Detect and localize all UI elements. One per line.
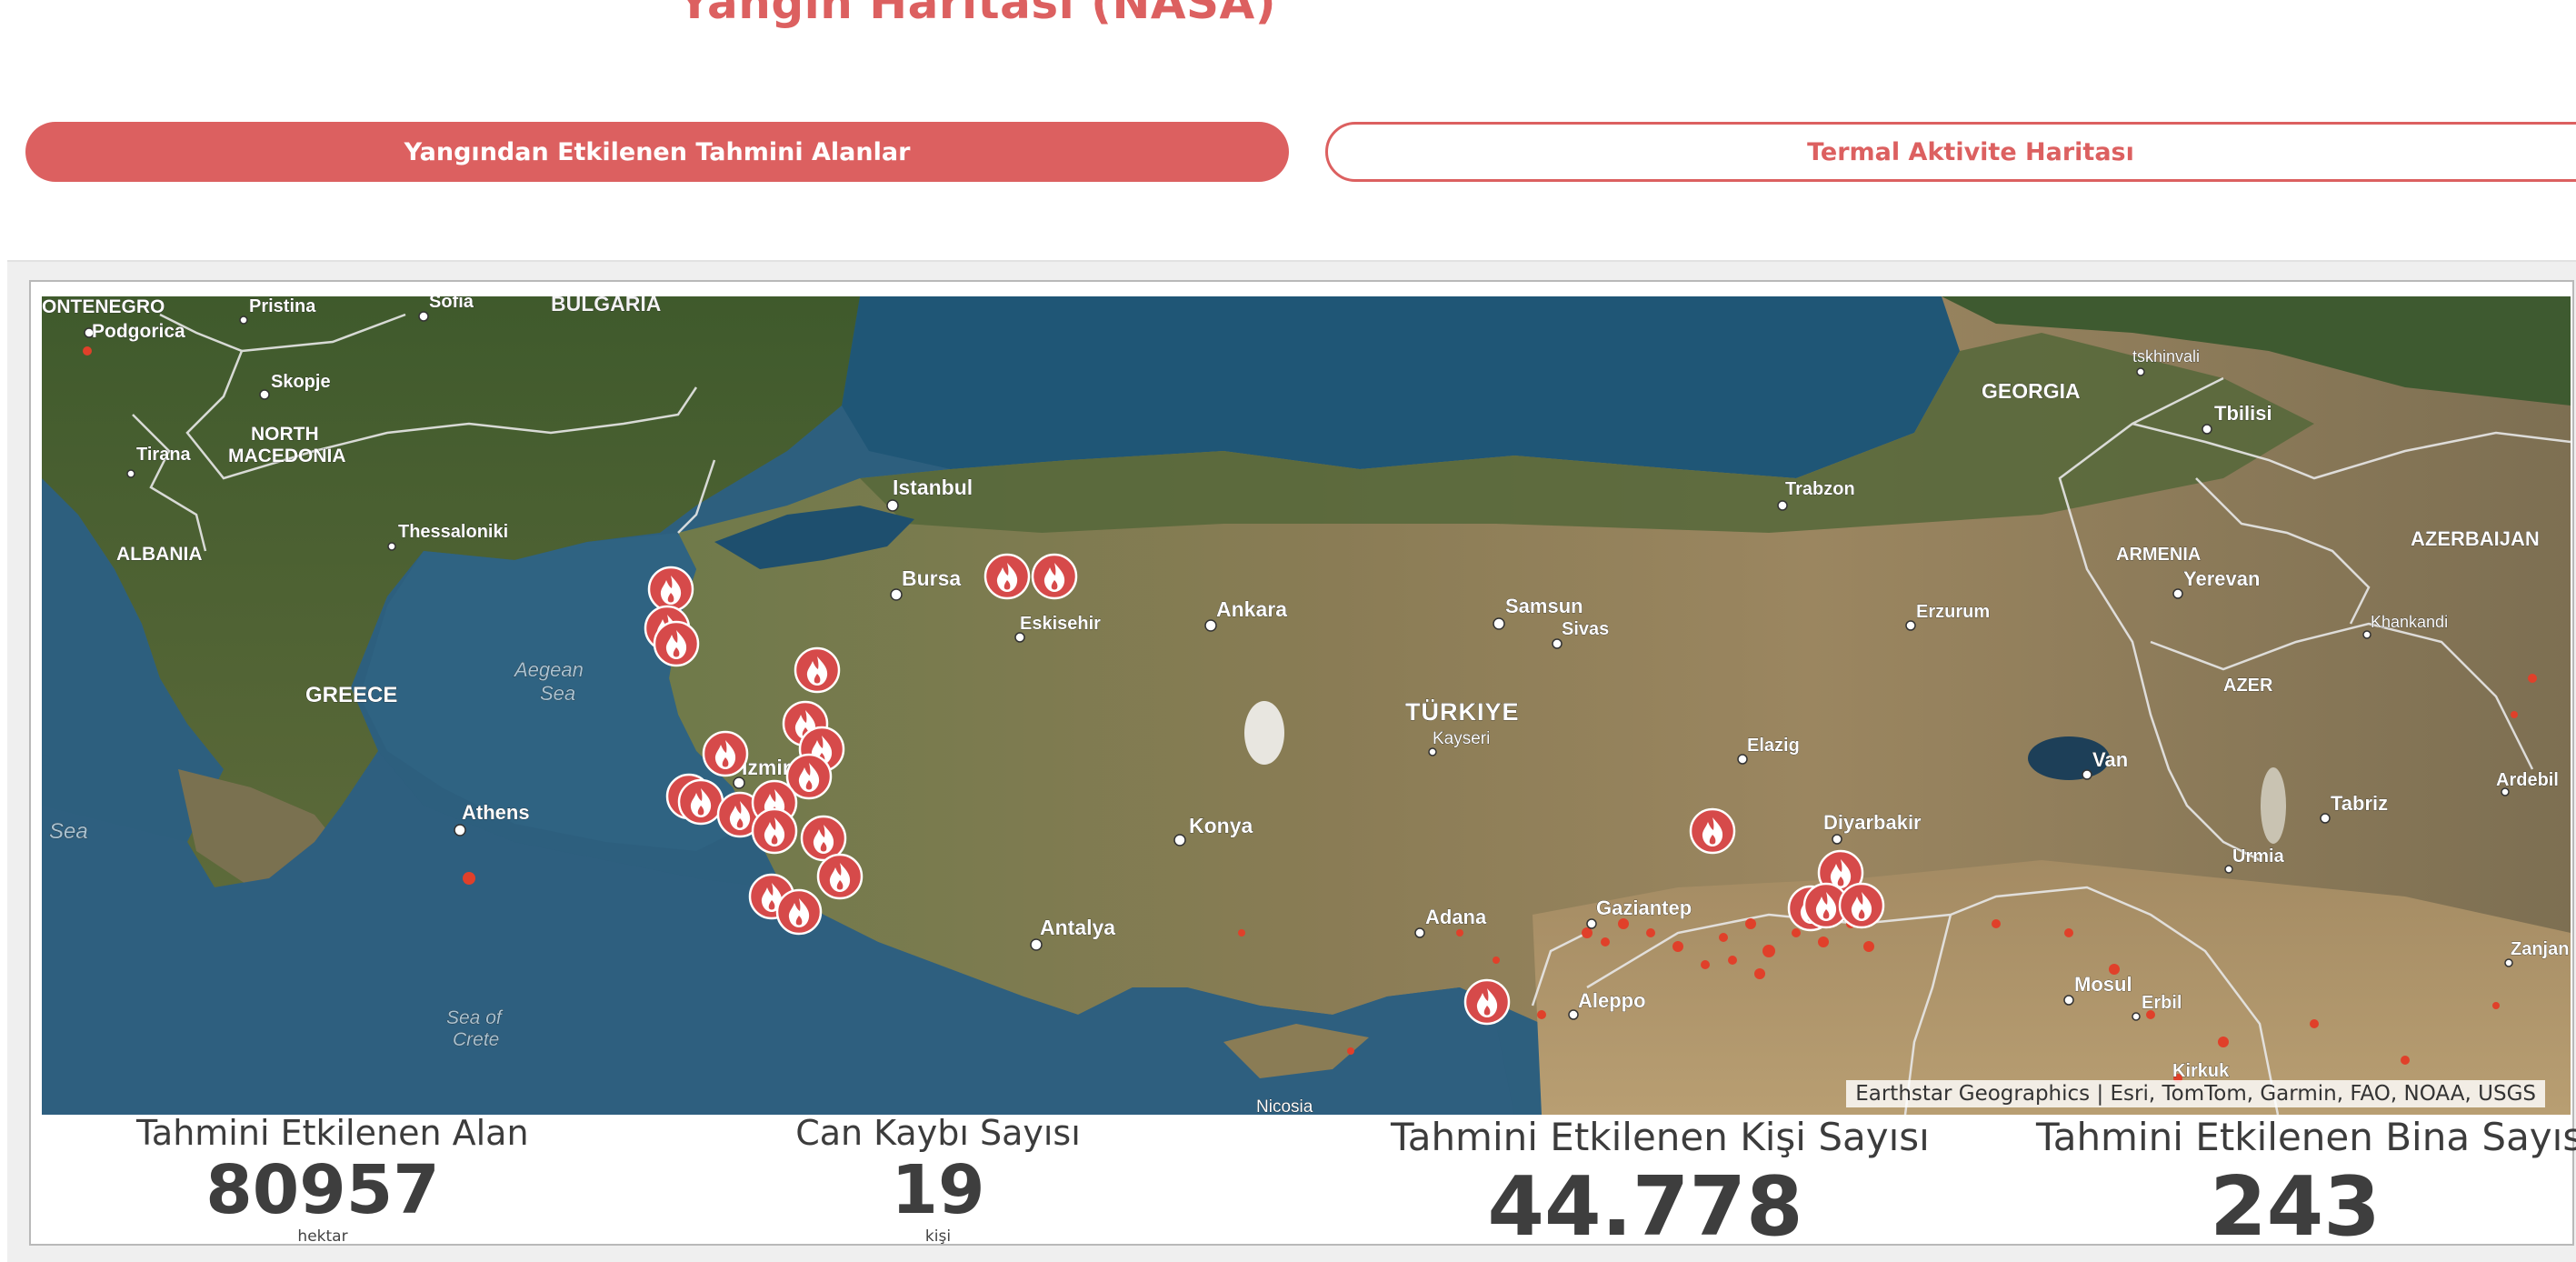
page-title: Yangın Haritası (NASA): [677, 0, 1277, 29]
label-nicosia: Nicosia: [1256, 1097, 1313, 1115]
label-ankara: Ankara: [1216, 597, 1287, 621]
label-adana: Adana: [1425, 906, 1487, 928]
fire-marker[interactable]: [653, 620, 700, 667]
fire-marker[interactable]: [1463, 978, 1511, 1026]
label-sivas: Sivas: [1562, 619, 1609, 639]
stat-affected-people: Tahmini Etkilenen Kişi Sayısı 44.778: [1391, 1115, 1930, 1255]
stat-label: Tahmini Etkilenen Bina Sayısı: [2036, 1115, 2576, 1159]
fire-marker[interactable]: [775, 888, 823, 936]
label-tskhinvali: tskhinvali: [2132, 347, 2200, 366]
label-konya: Konya: [1189, 814, 1253, 837]
salt-lake: [1244, 701, 1284, 765]
label-kirkuk: Kirkuk: [2172, 1061, 2230, 1081]
label-zanjan: Zanjan: [2511, 939, 2569, 959]
fire-marker[interactable]: [794, 646, 841, 694]
fire-map[interactable]: ONTENEGRO Podgorica Pristina Sofia BULGA…: [42, 296, 2571, 1115]
fire-marker[interactable]: [1689, 807, 1736, 855]
label-bursa: Bursa: [902, 566, 961, 590]
fire-marker[interactable]: [1838, 882, 1885, 929]
stat-value: 44.778: [1487, 1159, 1803, 1255]
label-azer: AZER: [2223, 676, 2273, 696]
label-aleppo: Aleppo: [1578, 989, 1646, 1012]
fire-marker[interactable]: [1031, 553, 1078, 600]
label-thessaloniki: Thessaloniki: [398, 522, 508, 542]
map-attribution: Earthstar Geographics | Esri, TomTom, Ga…: [1846, 1080, 2545, 1107]
stat-affected-buildings: Tahmini Etkilenen Bina Sayısı 243: [2036, 1115, 2576, 1255]
label-podgorica: Podgorica: [92, 321, 185, 342]
label-albania: ALBANIA: [116, 544, 203, 565]
label-elazig: Elazig: [1747, 736, 1800, 756]
label-tabriz: Tabriz: [2331, 792, 2388, 815]
label-izmir: Izmir: [742, 756, 791, 779]
label-greece: GREECE: [305, 683, 397, 707]
fire-marker[interactable]: [983, 553, 1031, 600]
stat-label: Can Kaybı Sayısı: [795, 1113, 1081, 1153]
label-sofia: Sofia: [429, 296, 474, 312]
label-aegean-1: Aegean: [513, 658, 584, 681]
label-kayseri: Kayseri: [1433, 729, 1490, 748]
label-antalya: Antalya: [1040, 916, 1115, 939]
label-sea-left: Sea: [49, 819, 88, 844]
fire-marker[interactable]: [647, 566, 694, 613]
stat-value: 243: [2210, 1159, 2381, 1255]
fire-marker[interactable]: [677, 778, 724, 826]
label-georgia: GEORGIA: [1982, 379, 2081, 403]
stat-value: 19: [891, 1151, 985, 1229]
label-north-1: NORTH: [251, 424, 319, 445]
fire-marker[interactable]: [816, 853, 864, 900]
label-mosul: Mosul: [2074, 973, 2132, 996]
label-ardebil: Ardebil: [2496, 770, 2559, 790]
label-erzurum: Erzurum: [1916, 602, 1990, 622]
stat-affected-area: Tahmini Etkilenen Alan 80957 hektar: [136, 1113, 529, 1246]
label-yerevan: Yerevan: [2183, 567, 2260, 590]
stat-value: 80957: [205, 1151, 440, 1229]
black-sea: [842, 296, 1960, 478]
label-tirana: Tirana: [136, 445, 192, 465]
stat-casualties: Can Kaybı Sayısı 19 kişi: [756, 1113, 1120, 1246]
tab-thermal-activity[interactable]: Termal Aktivite Haritası: [1325, 122, 2576, 182]
label-azerbaijan: AZERBAIJAN: [2411, 527, 2540, 550]
stat-label: Tahmini Etkilenen Alan: [136, 1113, 529, 1153]
label-north-2: MACEDONIA: [228, 446, 346, 466]
label-aegean-2: Sea: [540, 682, 575, 705]
label-montenegro: ONTENEGRO: [42, 296, 165, 317]
fire-marker[interactable]: [751, 807, 798, 855]
stat-unit: kişi: [924, 1227, 952, 1246]
label-crete-1: Sea of: [446, 1007, 504, 1028]
tab-estimated-areas[interactable]: Yangından Etkilenen Tahmini Alanlar: [25, 122, 1289, 182]
stat-label: Tahmini Etkilenen Kişi Sayısı: [1391, 1115, 1930, 1159]
label-khankandi: Khankandi: [2371, 613, 2448, 631]
lake-urmia: [2261, 767, 2286, 844]
label-urmia: Urmia: [2232, 846, 2285, 866]
label-samsun: Samsun: [1505, 595, 1583, 617]
label-trabzon: Trabzon: [1785, 479, 1855, 499]
label-bulgaria: BULGARIA: [551, 296, 661, 316]
label-pristina: Pristina: [249, 296, 316, 316]
label-skopje: Skopje: [271, 372, 331, 392]
label-athens: Athens: [462, 801, 530, 824]
label-diyarbakir: Diyarbakir: [1823, 811, 1922, 834]
label-van: Van: [2092, 748, 2128, 771]
fire-marker[interactable]: [702, 730, 749, 777]
label-eskisehir: Eskisehir: [1020, 614, 1101, 634]
label-tbilisi: Tbilisi: [2214, 402, 2272, 425]
label-armenia: ARMENIA: [2116, 545, 2201, 565]
stat-unit: hektar: [297, 1227, 348, 1246]
label-crete-2: Crete: [453, 1029, 499, 1050]
label-erbil: Erbil: [2142, 993, 2182, 1013]
label-turkiye: TÜRKIYE: [1405, 698, 1520, 726]
label-istanbul: Istanbul: [893, 476, 973, 499]
label-gaziantep: Gaziantep: [1596, 896, 1692, 919]
